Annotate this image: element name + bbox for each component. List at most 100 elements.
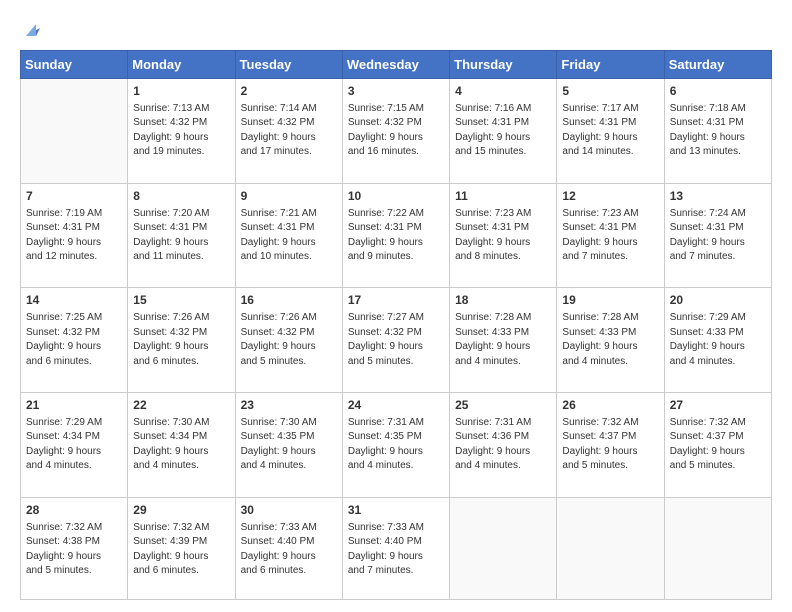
day-number: 14 bbox=[26, 292, 122, 309]
day-info: Sunrise: 7:32 AM Sunset: 4:37 PM Dayligh… bbox=[562, 416, 658, 474]
day-info: Sunrise: 7:17 AM Sunset: 4:31 PM Dayligh… bbox=[562, 102, 658, 160]
day-number: 26 bbox=[562, 397, 658, 414]
week-row-3: 14 Sunrise: 7:25 AM Sunset: 4:32 PM Dayli… bbox=[21, 288, 772, 393]
day-cell: 6Sunrise: 7:18 AM Sunset: 4:31 PM Daylig… bbox=[664, 79, 771, 184]
week-row-4: 21 Sunrise: 7:29 AM Sunset: 4:34 PM Dayli… bbox=[21, 393, 772, 498]
day-cell bbox=[450, 497, 557, 599]
day-info: Sunrise: 7:28 AM Sunset: 4:33 PM Dayligh… bbox=[562, 311, 658, 369]
day-info: Sunrise: 7:25 AM Sunset: 4:32 PM Dayligh… bbox=[26, 311, 122, 369]
day-info: Sunrise: 7:32 AM Sunset: 4:39 PM Dayligh… bbox=[133, 521, 229, 579]
day-number: 19 bbox=[562, 292, 658, 309]
day-number: 6 bbox=[670, 83, 766, 100]
day-cell: 21 Sunrise: 7:29 AM Sunset: 4:34 PM Dayli… bbox=[21, 393, 128, 498]
header-row: SundayMondayTuesdayWednesdayThursdayFrid… bbox=[21, 51, 772, 79]
day-cell: 22 Sunrise: 7:30 AM Sunset: 4:34 PM Dayli… bbox=[128, 393, 235, 498]
day-cell: 9Sunrise: 7:21 AM Sunset: 4:31 PM Daylig… bbox=[235, 183, 342, 288]
day-cell: 12 Sunrise: 7:23 AM Sunset: 4:31 PM Dayli… bbox=[557, 183, 664, 288]
day-info: Sunrise: 7:29 AM Sunset: 4:33 PM Dayligh… bbox=[670, 311, 766, 369]
day-cell: 25 Sunrise: 7:31 AM Sunset: 4:36 PM Dayli… bbox=[450, 393, 557, 498]
day-cell: 27Sunrise: 7:32 AM Sunset: 4:37 PM Dayli… bbox=[664, 393, 771, 498]
day-number: 17 bbox=[348, 292, 444, 309]
day-number: 20 bbox=[670, 292, 766, 309]
day-cell: 2 Sunrise: 7:14 AM Sunset: 4:32 PM Daylig… bbox=[235, 79, 342, 184]
col-header-monday: Monday bbox=[128, 51, 235, 79]
day-number: 28 bbox=[26, 502, 122, 519]
day-number: 24 bbox=[348, 397, 444, 414]
calendar-table: SundayMondayTuesdayWednesdayThursdayFrid… bbox=[20, 50, 772, 600]
day-cell: 16 Sunrise: 7:26 AM Sunset: 4:32 PM Dayli… bbox=[235, 288, 342, 393]
day-number: 10 bbox=[348, 188, 444, 205]
day-cell: 10 Sunrise: 7:22 AM Sunset: 4:31 PM Dayli… bbox=[342, 183, 449, 288]
col-header-saturday: Saturday bbox=[664, 51, 771, 79]
day-cell: 4 Sunrise: 7:16 AM Sunset: 4:31 PM Daylig… bbox=[450, 79, 557, 184]
day-info: Sunrise: 7:20 AM Sunset: 4:31 PM Dayligh… bbox=[133, 207, 229, 265]
day-cell: 14 Sunrise: 7:25 AM Sunset: 4:32 PM Dayli… bbox=[21, 288, 128, 393]
day-info: Sunrise: 7:24 AM Sunset: 4:31 PM Dayligh… bbox=[670, 207, 766, 265]
day-number: 16 bbox=[241, 292, 337, 309]
day-number: 3 bbox=[348, 83, 444, 100]
day-info: Sunrise: 7:13 AM Sunset: 4:32 PM Dayligh… bbox=[133, 102, 229, 160]
day-cell: 19 Sunrise: 7:28 AM Sunset: 4:33 PM Dayli… bbox=[557, 288, 664, 393]
day-cell: 1 Sunrise: 7:13 AM Sunset: 4:32 PM Daylig… bbox=[128, 79, 235, 184]
day-number: 2 bbox=[241, 83, 337, 100]
day-number: 12 bbox=[562, 188, 658, 205]
day-number: 22 bbox=[133, 397, 229, 414]
col-header-tuesday: Tuesday bbox=[235, 51, 342, 79]
day-cell: 8 Sunrise: 7:20 AM Sunset: 4:31 PM Daylig… bbox=[128, 183, 235, 288]
day-number: 15 bbox=[133, 292, 229, 309]
day-cell: 20 Sunrise: 7:29 AM Sunset: 4:33 PM Dayli… bbox=[664, 288, 771, 393]
day-cell bbox=[664, 497, 771, 599]
header bbox=[20, 18, 772, 40]
day-cell: 17 Sunrise: 7:27 AM Sunset: 4:32 PM Dayli… bbox=[342, 288, 449, 393]
day-info: Sunrise: 7:28 AM Sunset: 4:33 PM Dayligh… bbox=[455, 311, 551, 369]
col-header-friday: Friday bbox=[557, 51, 664, 79]
day-number: 8 bbox=[133, 188, 229, 205]
day-info: Sunrise: 7:31 AM Sunset: 4:36 PM Dayligh… bbox=[455, 416, 551, 474]
day-number: 5 bbox=[562, 83, 658, 100]
day-number: 11 bbox=[455, 188, 551, 205]
day-number: 7 bbox=[26, 188, 122, 205]
day-info: Sunrise: 7:32 AM Sunset: 4:38 PM Dayligh… bbox=[26, 521, 122, 579]
day-cell: 29Sunrise: 7:32 AM Sunset: 4:39 PM Dayli… bbox=[128, 497, 235, 599]
day-info: Sunrise: 7:27 AM Sunset: 4:32 PM Dayligh… bbox=[348, 311, 444, 369]
week-row-5: 28 Sunrise: 7:32 AM Sunset: 4:38 PM Dayli… bbox=[21, 497, 772, 599]
day-info: Sunrise: 7:31 AM Sunset: 4:35 PM Dayligh… bbox=[348, 416, 444, 474]
day-number: 31 bbox=[348, 502, 444, 519]
day-cell: 28 Sunrise: 7:32 AM Sunset: 4:38 PM Dayli… bbox=[21, 497, 128, 599]
day-cell: 13Sunrise: 7:24 AM Sunset: 4:31 PM Dayli… bbox=[664, 183, 771, 288]
day-info: Sunrise: 7:26 AM Sunset: 4:32 PM Dayligh… bbox=[133, 311, 229, 369]
day-info: Sunrise: 7:16 AM Sunset: 4:31 PM Dayligh… bbox=[455, 102, 551, 160]
logo bbox=[20, 18, 44, 40]
day-info: Sunrise: 7:14 AM Sunset: 4:32 PM Dayligh… bbox=[241, 102, 337, 160]
day-number: 21 bbox=[26, 397, 122, 414]
page: SundayMondayTuesdayWednesdayThursdayFrid… bbox=[0, 0, 792, 612]
day-cell: 11 Sunrise: 7:23 AM Sunset: 4:31 PM Dayli… bbox=[450, 183, 557, 288]
day-info: Sunrise: 7:33 AM Sunset: 4:40 PM Dayligh… bbox=[241, 521, 337, 579]
day-cell: 26 Sunrise: 7:32 AM Sunset: 4:37 PM Dayli… bbox=[557, 393, 664, 498]
col-header-sunday: Sunday bbox=[21, 51, 128, 79]
day-cell bbox=[21, 79, 128, 184]
day-info: Sunrise: 7:29 AM Sunset: 4:34 PM Dayligh… bbox=[26, 416, 122, 474]
col-header-wednesday: Wednesday bbox=[342, 51, 449, 79]
day-info: Sunrise: 7:32 AM Sunset: 4:37 PM Dayligh… bbox=[670, 416, 766, 474]
day-number: 1 bbox=[133, 83, 229, 100]
day-info: Sunrise: 7:23 AM Sunset: 4:31 PM Dayligh… bbox=[455, 207, 551, 265]
day-cell: 24 Sunrise: 7:31 AM Sunset: 4:35 PM Dayli… bbox=[342, 393, 449, 498]
day-cell: 23Sunrise: 7:30 AM Sunset: 4:35 PM Dayli… bbox=[235, 393, 342, 498]
day-info: Sunrise: 7:33 AM Sunset: 4:40 PM Dayligh… bbox=[348, 521, 444, 579]
day-cell: 7Sunrise: 7:19 AM Sunset: 4:31 PM Daylig… bbox=[21, 183, 128, 288]
day-cell: 15 Sunrise: 7:26 AM Sunset: 4:32 PM Dayli… bbox=[128, 288, 235, 393]
day-info: Sunrise: 7:30 AM Sunset: 4:34 PM Dayligh… bbox=[133, 416, 229, 474]
day-number: 18 bbox=[455, 292, 551, 309]
day-info: Sunrise: 7:22 AM Sunset: 4:31 PM Dayligh… bbox=[348, 207, 444, 265]
day-number: 25 bbox=[455, 397, 551, 414]
day-cell: 31 Sunrise: 7:33 AM Sunset: 4:40 PM Dayli… bbox=[342, 497, 449, 599]
day-info: Sunrise: 7:15 AM Sunset: 4:32 PM Dayligh… bbox=[348, 102, 444, 160]
day-number: 4 bbox=[455, 83, 551, 100]
week-row-1: 1 Sunrise: 7:13 AM Sunset: 4:32 PM Daylig… bbox=[21, 79, 772, 184]
day-info: Sunrise: 7:23 AM Sunset: 4:31 PM Dayligh… bbox=[562, 207, 658, 265]
day-info: Sunrise: 7:26 AM Sunset: 4:32 PM Dayligh… bbox=[241, 311, 337, 369]
day-cell bbox=[557, 497, 664, 599]
day-cell: 3 Sunrise: 7:15 AM Sunset: 4:32 PM Daylig… bbox=[342, 79, 449, 184]
day-info: Sunrise: 7:21 AM Sunset: 4:31 PM Dayligh… bbox=[241, 207, 337, 265]
